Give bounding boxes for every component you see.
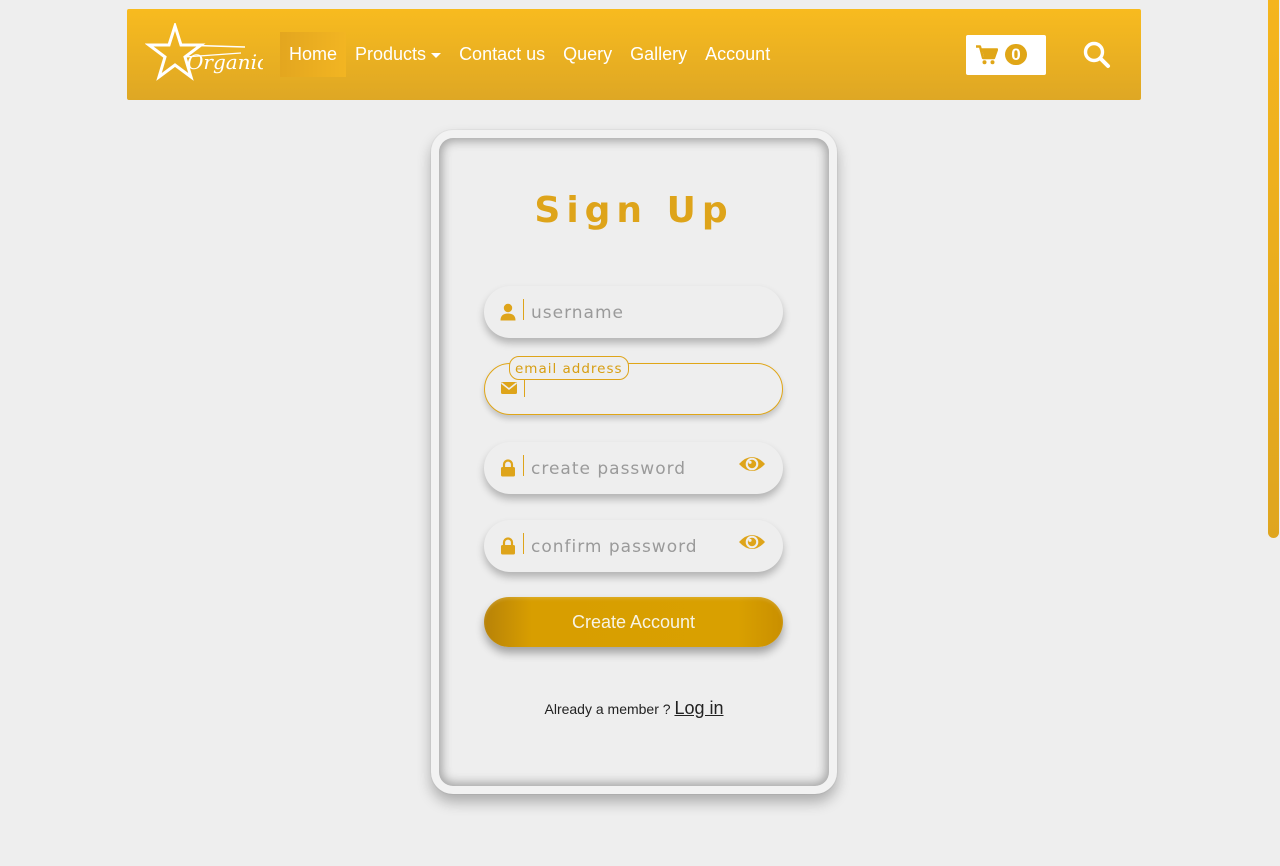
form-title: Sign Up <box>534 190 734 231</box>
search-button[interactable] <box>1082 40 1112 70</box>
field-divider <box>523 299 524 320</box>
signup-card-inner: Sign Up email address <box>439 138 829 786</box>
signup-card: Sign Up email address <box>431 130 837 794</box>
navbar: Organic Home Products Contact us Query G… <box>127 9 1141 100</box>
confirm-password-input[interactable] <box>529 530 733 564</box>
create-account-button[interactable]: Create Account <box>484 597 783 647</box>
nav-item-contact[interactable]: Contact us <box>450 32 554 77</box>
login-prompt: Already a member ? Log in <box>439 698 829 719</box>
nav-item-home[interactable]: Home <box>280 32 347 77</box>
nav-item-account[interactable]: Account <box>696 32 779 77</box>
search-icon <box>1083 41 1110 68</box>
nav-item-products[interactable]: Products <box>346 32 450 77</box>
caret-down-icon <box>431 53 442 58</box>
lock-icon <box>501 459 515 477</box>
eye-icon[interactable] <box>737 530 767 554</box>
nav-item-query[interactable]: Query <box>554 32 621 77</box>
nav-item-gallery[interactable]: Gallery <box>621 32 696 77</box>
envelope-icon <box>501 382 517 394</box>
user-icon <box>500 303 516 321</box>
email-field[interactable]: email address <box>484 356 783 415</box>
cart-count-badge: 0 <box>1005 44 1027 65</box>
email-input[interactable] <box>530 373 734 407</box>
eye-icon[interactable] <box>737 452 767 476</box>
confirm-password-field[interactable] <box>484 520 783 572</box>
username-field[interactable] <box>484 286 783 338</box>
page-scrollbar[interactable] <box>1268 0 1279 538</box>
member-text: Already a member ? <box>544 701 671 717</box>
brand-logo[interactable]: Organic <box>144 21 268 83</box>
svg-text:Organic: Organic <box>187 50 263 74</box>
password-field[interactable] <box>484 442 783 494</box>
nav-links: Home Products Contact us Query Gallery A… <box>280 32 779 77</box>
username-input[interactable] <box>529 296 733 330</box>
cart-icon <box>976 45 998 65</box>
cart-button[interactable]: 0 <box>966 35 1046 75</box>
lock-icon <box>501 537 515 555</box>
login-link[interactable]: Log in <box>674 698 723 718</box>
field-divider <box>523 533 524 554</box>
password-input[interactable] <box>529 452 733 486</box>
field-divider <box>523 455 524 476</box>
